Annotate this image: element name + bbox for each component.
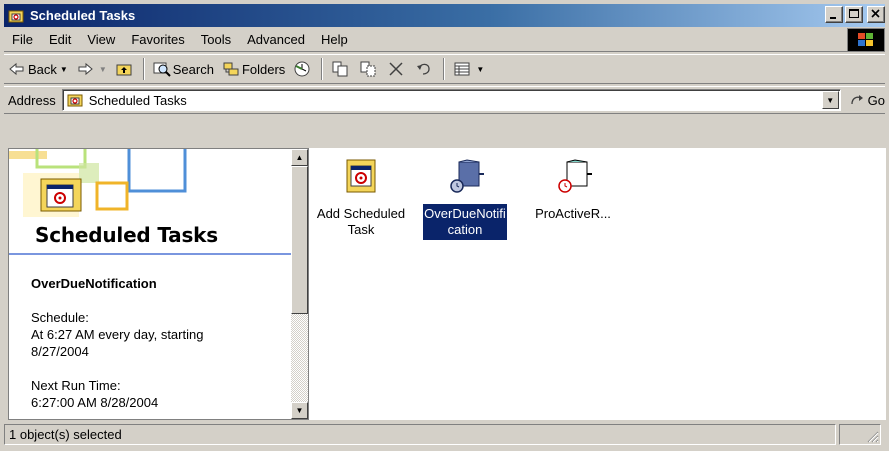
file-item-label: Add Scheduled Task: [316, 206, 406, 237]
scheduled-tasks-icon: [8, 10, 24, 22]
toolbar-separator: [142, 58, 145, 80]
address-bar: Address Scheduled Tasks ▼ Go: [4, 86, 885, 114]
details-pane-header: Scheduled Tasks: [9, 149, 308, 255]
back-button[interactable]: Back ▼: [4, 57, 72, 81]
chevron-down-icon: ▼: [295, 406, 304, 415]
next-run-value: 6:27:00 AM 8/28/2004: [31, 395, 159, 410]
address-field[interactable]: Scheduled Tasks ▼: [61, 89, 841, 111]
minimize-icon: [830, 17, 836, 19]
menu-help[interactable]: Help: [313, 30, 356, 50]
address-dropdown-button[interactable]: ▼: [821, 91, 839, 109]
search-icon: [153, 62, 171, 77]
scheduled-tasks-folder-icon: [40, 178, 82, 212]
menu-file[interactable]: File: [4, 30, 41, 50]
history-icon: [294, 61, 310, 77]
menu-advanced[interactable]: Advanced: [239, 30, 313, 50]
go-label: Go: [867, 92, 885, 108]
close-icon: [871, 9, 880, 18]
selected-item-name: OverDueNotification: [31, 276, 157, 291]
menu-view[interactable]: View: [79, 30, 123, 50]
delete-icon: [389, 62, 403, 76]
resize-grip[interactable]: [839, 424, 881, 445]
scheduled-tasks-icon: [67, 94, 83, 107]
forward-button[interactable]: ▼: [72, 57, 111, 81]
task-icon: [450, 159, 484, 193]
menu-tools[interactable]: Tools: [193, 30, 239, 50]
details-pane-scrollbar[interactable]: ▲ ▼: [291, 149, 308, 419]
go-button[interactable]: Go: [849, 92, 885, 108]
go-arrow-icon: [851, 95, 863, 105]
schedule-value: At 6:27 AM every day, starting 8/27/2004: [31, 327, 204, 359]
file-item-label: ProActiveR...: [535, 206, 611, 221]
folders-button[interactable]: Folders: [218, 57, 289, 81]
forward-dropdown-icon[interactable]: ▼: [99, 65, 107, 74]
chevron-down-icon: ▼: [826, 95, 835, 105]
views-button[interactable]: ▼: [449, 57, 488, 81]
details-pane-title: Scheduled Tasks: [35, 223, 218, 247]
search-button[interactable]: Search: [149, 57, 218, 81]
add-task-icon: [346, 159, 376, 193]
file-item-proactiver[interactable]: ProActiveR...: [521, 148, 625, 224]
window-title: Scheduled Tasks: [30, 8, 136, 23]
toolbar-separator: [321, 58, 324, 80]
copy-to-button[interactable]: [355, 57, 383, 81]
views-dropdown-icon[interactable]: ▼: [476, 65, 484, 74]
forward-arrow-icon: [78, 62, 93, 76]
maximize-icon: [849, 9, 859, 18]
address-value: Scheduled Tasks: [88, 92, 187, 108]
move-to-button[interactable]: [327, 57, 355, 81]
undo-button[interactable]: [411, 57, 439, 81]
windows-logo: [847, 28, 885, 52]
scroll-down-button[interactable]: ▼: [291, 402, 308, 419]
back-arrow-icon: [9, 62, 24, 76]
caption-buttons: [823, 6, 885, 23]
status-bar: 1 object(s) selected: [4, 424, 885, 447]
file-item-add-scheduled-task[interactable]: Add Scheduled Task: [309, 148, 413, 240]
toolbar-separator: [443, 58, 446, 80]
file-item-label: OverDueNotifi cation: [423, 204, 507, 240]
views-icon: [454, 62, 470, 76]
minimize-button[interactable]: [825, 6, 843, 23]
schedule-info: Schedule: At 6:27 AM every day, starting…: [31, 309, 308, 360]
move-to-icon: [332, 61, 348, 77]
back-label: Back: [28, 61, 57, 77]
folders-icon: [223, 62, 239, 76]
up-folder-icon: [116, 64, 132, 76]
menu-bar: File Edit View Favorites Tools Advanced …: [4, 28, 885, 52]
chevron-up-icon: ▲: [295, 153, 304, 162]
close-button[interactable]: [867, 6, 885, 23]
file-list-pane[interactable]: Add ScheduledTask OverDueNotification: [309, 148, 886, 420]
next-run-info: Next Run Time: 6:27:00 AM 8/28/2004: [31, 377, 308, 411]
search-label: Search: [172, 61, 214, 77]
menu-favorites[interactable]: Favorites: [123, 30, 192, 50]
maximize-button[interactable]: [845, 6, 863, 23]
details-pane-body: OverDueNotification Schedule: At 6:27 AM…: [9, 255, 308, 411]
details-pane: Scheduled Tasks OverDueNotification Sche…: [8, 148, 309, 420]
file-item-overduenotification[interactable]: OverDueNotifi cation: [413, 148, 517, 240]
address-label: Address: [8, 92, 56, 108]
up-button[interactable]: [111, 57, 139, 81]
windows-flag-icon: [858, 33, 873, 46]
copy-to-icon: [360, 61, 376, 77]
menu-edit[interactable]: Edit: [41, 30, 79, 50]
scroll-up-button[interactable]: ▲: [291, 149, 308, 166]
next-run-label: Next Run Time:: [31, 378, 121, 393]
explorer-window: Scheduled Tasks File Edit View Favorites…: [0, 0, 889, 451]
undo-icon: [417, 63, 430, 75]
back-dropdown-icon[interactable]: ▼: [60, 65, 68, 74]
task-icon: [558, 159, 592, 193]
scroll-thumb[interactable]: [291, 166, 308, 314]
title-bar[interactable]: Scheduled Tasks: [4, 4, 885, 27]
standard-toolbar: Back ▼ ▼ Search Folders ▼: [4, 54, 885, 84]
folders-label: Folders: [241, 61, 286, 77]
status-text: 1 object(s) selected: [4, 424, 836, 445]
resize-grip-icon: [867, 431, 879, 443]
delete-button[interactable]: [383, 57, 411, 81]
schedule-label: Schedule:: [31, 310, 89, 325]
history-button[interactable]: [289, 57, 317, 81]
